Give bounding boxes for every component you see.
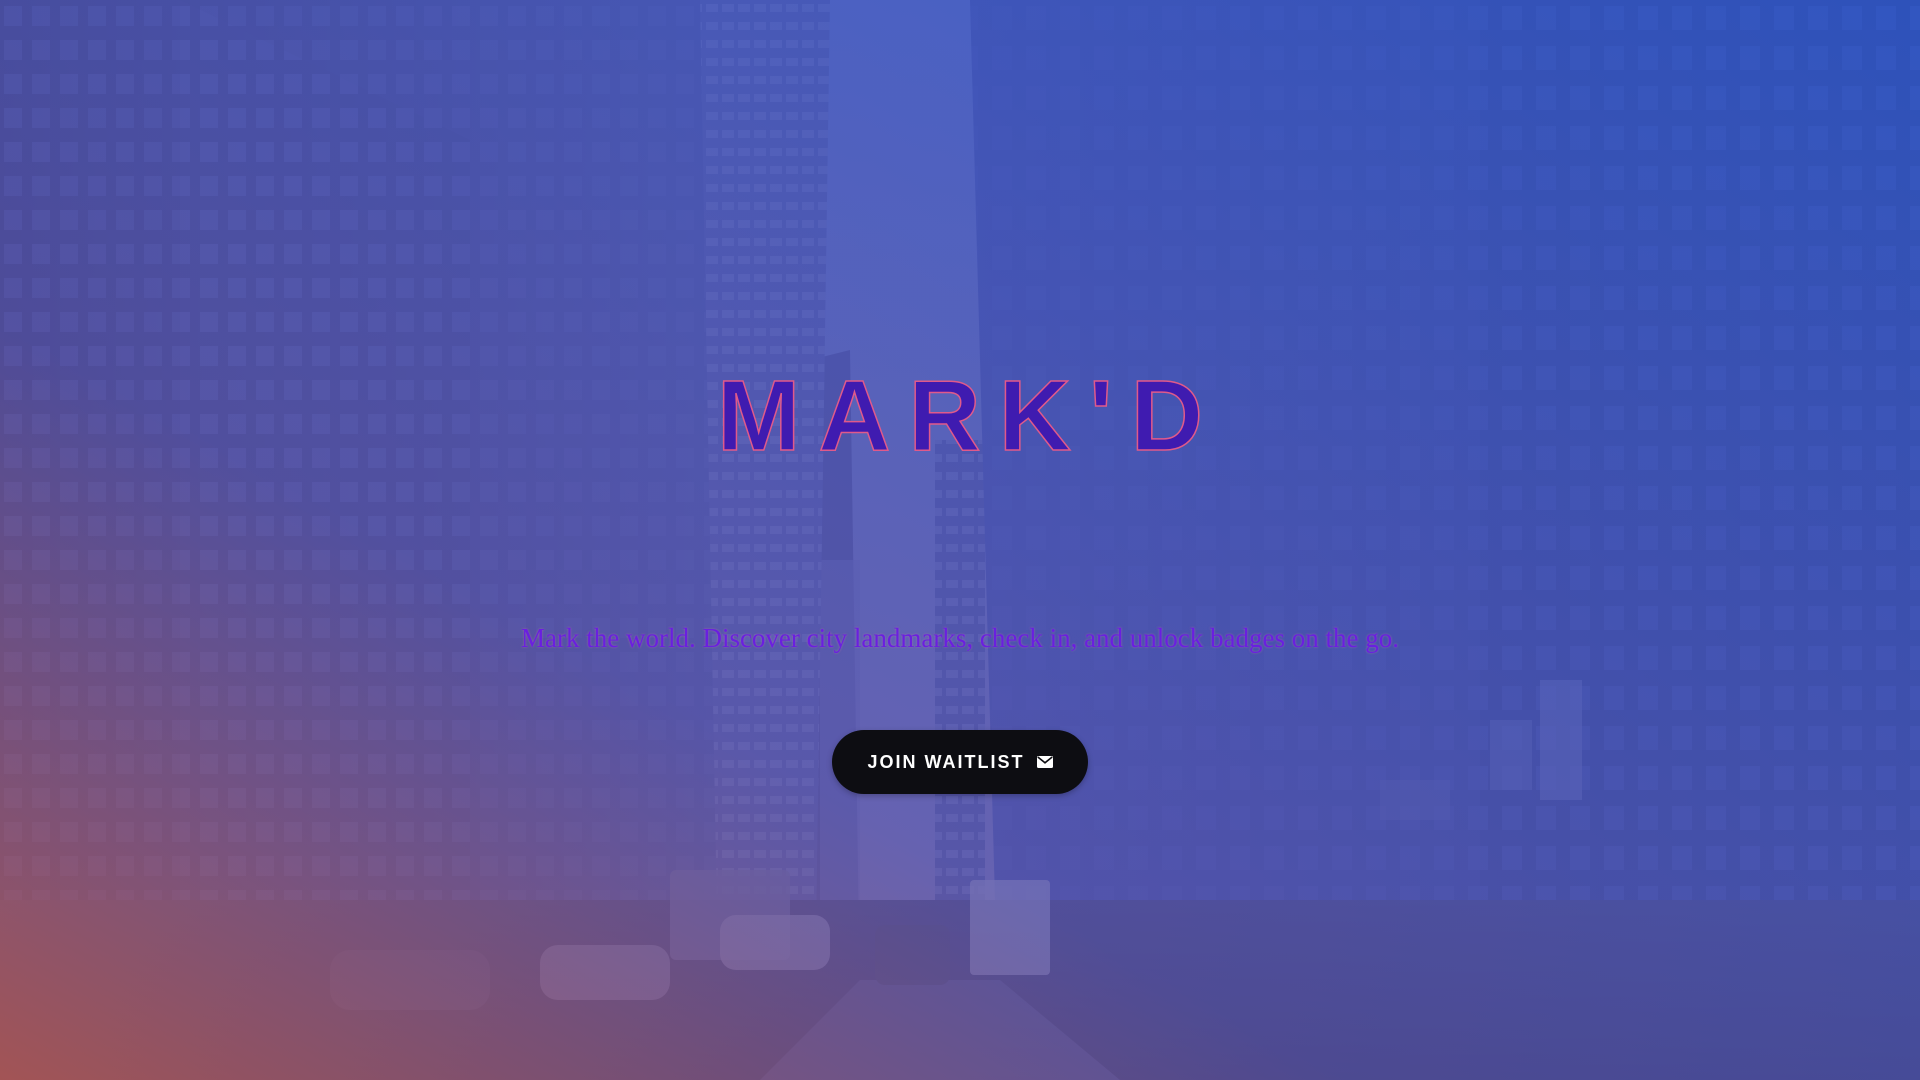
tagline: Mark the world. Discover city landmarks,…	[520, 623, 1399, 653]
hero-section: MARK'D Mark the world. Discover city lan…	[0, 0, 1920, 1080]
hero-content: MARK'D Mark the world. Discover city lan…	[0, 0, 1920, 1080]
join-waitlist-button[interactable]: JOIN WAITLIST	[832, 730, 1088, 794]
join-waitlist-label: JOIN WAITLIST	[867, 751, 1025, 772]
envelope-icon	[1036, 756, 1053, 768]
brand-title: MARK'D	[716, 359, 1221, 473]
